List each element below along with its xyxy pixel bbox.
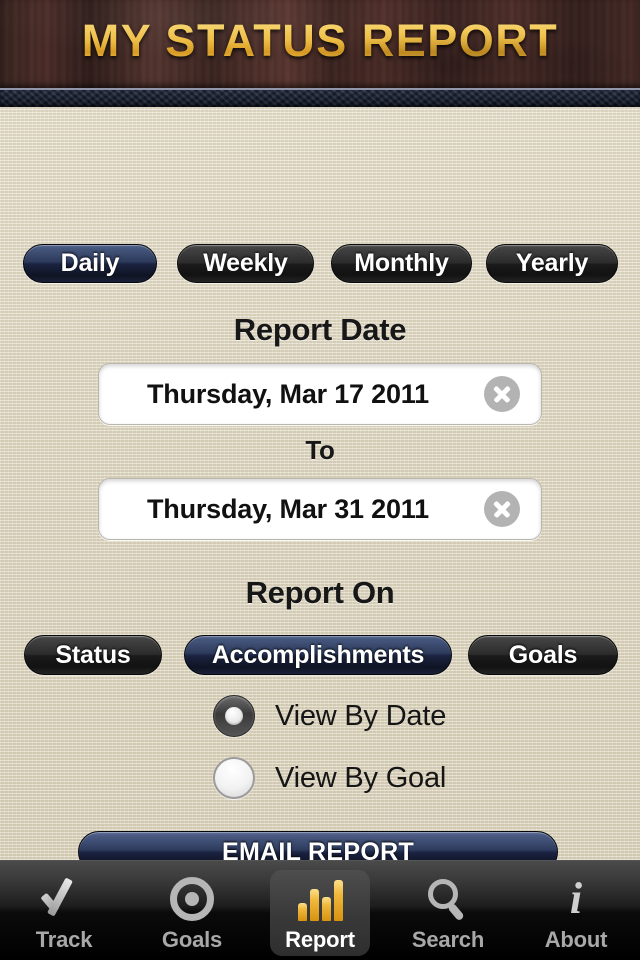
tab-goals[interactable]: Goals: [128, 861, 256, 960]
tab-about-label: About: [544, 927, 608, 952]
tab-report-label: Report: [285, 927, 355, 952]
page-title: MY STATUS REPORT: [0, 13, 640, 69]
main-content: Daily Weekly Monthly Yearly Report Date …: [0, 107, 640, 860]
report-date-to-field[interactable]: Thursday, Mar 31 2011: [98, 478, 542, 540]
report-date-to-heading: To: [305, 435, 335, 465]
report-on-heading: Report On: [245, 575, 395, 610]
checkmark-icon: [36, 873, 92, 925]
period-tab-weekly[interactable]: Weekly: [177, 244, 314, 283]
magnifier-icon: [420, 873, 476, 925]
view-by-date-label: View By Date: [275, 699, 447, 732]
report-date-from-field[interactable]: Thursday, Mar 17 2011: [98, 363, 542, 425]
app-header: MY STATUS REPORT: [0, 0, 640, 88]
radio-unselected-icon[interactable]: [213, 757, 255, 799]
view-by-goal-option[interactable]: View By Goal: [213, 757, 446, 799]
tab-search-label: Search: [411, 927, 485, 952]
close-circle-icon-from[interactable]: [484, 376, 520, 412]
report-date-to-value: Thursday, Mar 31 2011: [147, 493, 429, 524]
radio-selected-icon[interactable]: [213, 695, 255, 737]
view-by-goal-label: View By Goal: [275, 761, 447, 794]
app-screen: MY STATUS REPORT Daily Weekly Monthly Ye…: [0, 0, 640, 960]
tab-track-label: Track: [35, 927, 93, 952]
tab-search[interactable]: Search: [384, 861, 512, 960]
period-tab-yearly[interactable]: Yearly: [486, 244, 618, 283]
report-on-accomplishments[interactable]: Accomplishments: [184, 635, 452, 675]
tab-about[interactable]: i About: [512, 861, 640, 960]
report-on-goals[interactable]: Goals: [468, 635, 618, 675]
bar-chart-icon: [292, 873, 348, 925]
close-circle-icon-to[interactable]: [484, 491, 520, 527]
view-by-date-option[interactable]: View By Date: [213, 695, 446, 737]
info-icon: i: [569, 874, 583, 923]
tab-report[interactable]: Report: [256, 861, 384, 960]
report-date-heading: Report Date: [233, 312, 407, 347]
report-date-from-value: Thursday, Mar 17 2011: [147, 378, 429, 409]
report-on-status[interactable]: Status: [24, 635, 162, 675]
tab-track[interactable]: Track: [0, 861, 128, 960]
email-report-button[interactable]: EMAIL REPORT: [78, 831, 558, 860]
bullseye-icon: [164, 873, 220, 925]
period-tab-daily[interactable]: Daily: [23, 244, 157, 283]
tab-bar: Track Goals Report Search i About: [0, 860, 640, 960]
period-tab-monthly[interactable]: Monthly: [331, 244, 472, 283]
tab-goals-label: Goals: [161, 927, 223, 952]
header-divider-strip: [0, 88, 640, 107]
